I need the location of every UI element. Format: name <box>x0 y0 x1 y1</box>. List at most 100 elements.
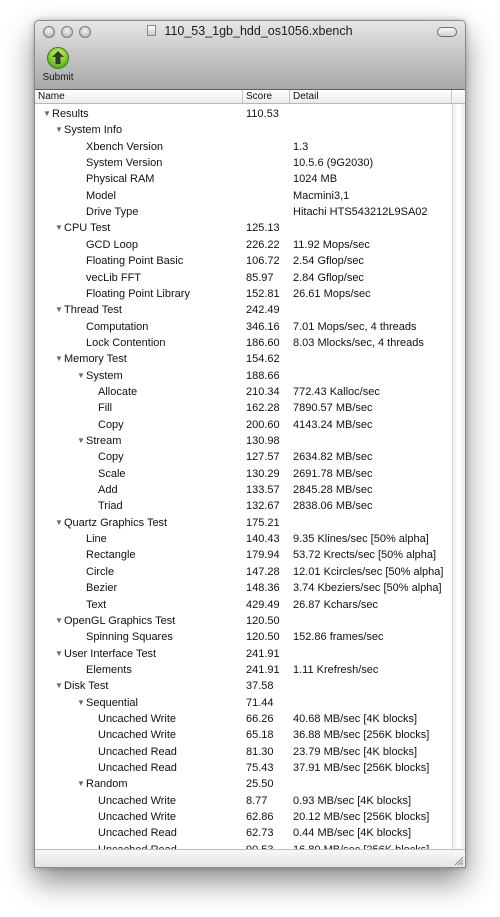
outline-row[interactable]: ▼Results 110.53 <box>35 107 452 123</box>
header-corner <box>452 90 465 103</box>
outline-row[interactable]: Spinning Squares 120.50 152.86 frames/sec <box>35 630 452 646</box>
outline-row[interactable]: GCD Loop 226.22 11.92 Mops/sec <box>35 238 452 254</box>
outline-row[interactable]: ▼Random 25.50 <box>35 777 452 793</box>
outline-row[interactable]: System Version 10.5.6 (9G2030) <box>35 156 452 172</box>
outline-row[interactable]: ▼CPU Test 125.13 <box>35 221 452 237</box>
detail-cell: 1.11 Krefresh/sec <box>293 663 379 676</box>
detail-cell: 0.44 MB/sec [4K blocks] <box>293 827 411 840</box>
outline-row[interactable]: Xbench Version 1.3 <box>35 140 452 156</box>
disclosure-triangle-icon[interactable]: ▼ <box>77 436 86 445</box>
outline-row[interactable]: Drive Type Hitachi HTS543212L9SA02 <box>35 205 452 221</box>
outline-row[interactable]: Uncached Read 62.73 0.44 MB/sec [4K blocks… <box>35 826 452 842</box>
outline-row[interactable]: Model Macmini3,1 <box>35 189 452 205</box>
outline-row[interactable]: Rectangle 179.94 53.72 Krects/sec [50% alp… <box>35 548 452 564</box>
column-header-score[interactable]: Score <box>243 90 290 103</box>
toolbar-toggle-button[interactable] <box>437 27 457 37</box>
outline-row[interactable]: Line 140.43 9.35 Klines/sec [50% alpha] <box>35 532 452 548</box>
detail-cell: 4143.24 MB/sec <box>293 418 373 431</box>
xbench-window: 110_53_1gb_hdd_os1056.xbench Submit Name… <box>34 20 466 868</box>
score-cell: 130.29 <box>246 467 280 480</box>
outline-row[interactable]: vecLib FFT 85.97 2.84 Gflop/sec <box>35 271 452 287</box>
outline-row[interactable]: Uncached Write 8.77 0.93 MB/sec [4K blocks… <box>35 794 452 810</box>
outline-row[interactable]: Uncached Read 75.43 37.91 MB/sec [256K blo… <box>35 761 452 777</box>
outline-row[interactable]: Floating Point Basic 106.72 2.54 Gflop/sec <box>35 254 452 270</box>
disclosure-triangle-icon[interactable]: ▼ <box>55 616 64 625</box>
outline-row[interactable]: ▼Disk Test 37.58 <box>35 679 452 695</box>
row-name: Triad <box>98 500 123 513</box>
outline-row[interactable]: Scale 130.29 2691.78 MB/sec <box>35 467 452 483</box>
column-header-detail[interactable]: Detail <box>290 90 452 103</box>
name-cell: Spinning Squares <box>86 631 173 643</box>
outline-row[interactable]: Allocate 210.34 772.43 Kalloc/sec <box>35 385 452 401</box>
row-name: Allocate <box>98 385 138 398</box>
outline-row[interactable]: ▼Stream 130.98 <box>35 434 452 450</box>
detail-cell: 53.72 Krects/sec [50% alpha] <box>293 549 437 562</box>
row-name: Lock Contention <box>86 336 166 349</box>
outline-row[interactable]: Floating Point Library 152.81 26.61 Mops/s… <box>35 287 452 303</box>
outline-row[interactable]: ▼System Info <box>35 123 452 139</box>
row-name: System <box>86 369 123 382</box>
outline-row[interactable]: Add 133.57 2845.28 MB/sec <box>35 483 452 499</box>
score-cell: 429.49 <box>246 598 280 611</box>
outline-row[interactable]: Uncached Write 62.86 20.12 MB/sec [256K bl… <box>35 810 452 826</box>
disclosure-triangle-icon[interactable]: ▼ <box>55 681 64 690</box>
detail-cell: 10.5.6 (9G2030) <box>293 157 374 170</box>
disclosure-triangle-icon[interactable]: ▼ <box>55 125 64 134</box>
submit-button[interactable]: Submit <box>39 47 77 87</box>
disclosure-triangle-icon[interactable]: ▼ <box>77 779 86 788</box>
outline-row[interactable]: Lock Contention 186.60 8.03 Mlocks/sec, 4 … <box>35 336 452 352</box>
detail-cell: 2.84 Gflop/sec <box>293 271 364 284</box>
vertical-scrollbar[interactable] <box>452 104 465 849</box>
disclosure-triangle-icon[interactable]: ▼ <box>55 518 64 527</box>
name-cell: ▼System <box>77 370 123 382</box>
name-cell: ▼CPU Test <box>55 222 110 234</box>
row-name: Uncached Read <box>98 827 177 840</box>
outline-row[interactable]: Computation 346.16 7.01 Mops/sec, 4 thread… <box>35 320 452 336</box>
score-cell: 154.62 <box>246 353 280 366</box>
outline-row[interactable]: ▼Thread Test 242.49 <box>35 303 452 319</box>
disclosure-triangle-icon[interactable]: ▼ <box>77 698 86 707</box>
outline-row[interactable]: Copy 127.57 2634.82 MB/sec <box>35 450 452 466</box>
outline-row[interactable]: Uncached Read 81.30 23.79 MB/sec [4K block… <box>35 745 452 761</box>
outline-row[interactable]: Copy 200.60 4143.24 MB/sec <box>35 418 452 434</box>
name-cell: System Version <box>86 157 162 169</box>
row-name: Uncached Write <box>98 794 177 807</box>
detail-cell: Hitachi HTS543212L9SA02 <box>293 206 428 219</box>
outline-row[interactable]: Uncached Write 65.18 36.88 MB/sec [256K bl… <box>35 728 452 744</box>
outline-row[interactable]: Text 429.49 26.87 Kchars/sec <box>35 598 452 614</box>
row-name: Uncached Write <box>98 811 177 824</box>
outline-row[interactable]: ▼OpenGL Graphics Test 120.50 <box>35 614 452 630</box>
score-cell: 8.77 <box>246 794 268 807</box>
resize-grip-icon[interactable] <box>452 854 464 866</box>
outline-row[interactable]: Elements 241.91 1.11 Krefresh/sec <box>35 663 452 679</box>
outline-row[interactable]: Fill 162.28 7890.57 MB/sec <box>35 401 452 417</box>
outline-row[interactable]: ▼Sequential 71.44 <box>35 696 452 712</box>
name-cell: Elements <box>86 664 132 676</box>
name-cell: Uncached Write <box>98 713 176 725</box>
outline-row[interactable]: ▼User Interface Test 241.91 <box>35 647 452 663</box>
disclosure-triangle-icon[interactable]: ▼ <box>77 371 86 380</box>
outline-row[interactable]: ▼Memory Test 154.62 <box>35 352 452 368</box>
score-cell: 148.36 <box>246 582 280 595</box>
score-cell: 346.16 <box>246 320 280 333</box>
disclosure-triangle-icon[interactable]: ▼ <box>43 109 52 118</box>
score-cell: 65.18 <box>246 729 274 742</box>
row-name: Uncached Read <box>98 762 177 774</box>
outline-row[interactable]: Bezier 148.36 3.74 Kbeziers/sec [50% alpha… <box>35 581 452 597</box>
disclosure-triangle-icon[interactable]: ▼ <box>55 649 64 658</box>
row-name: Thread Test <box>64 304 122 317</box>
outline-row[interactable]: ▼System 188.66 <box>35 369 452 385</box>
column-header-name[interactable]: Name <box>35 90 243 103</box>
score-cell: 162.28 <box>246 402 280 415</box>
outline-row[interactable]: Physical RAM 1024 MB <box>35 172 452 188</box>
name-cell: Uncached Write <box>98 795 176 807</box>
outline-row[interactable]: Uncached Write 66.26 40.68 MB/sec [4K bloc… <box>35 712 452 728</box>
disclosure-triangle-icon[interactable]: ▼ <box>55 354 64 363</box>
name-cell: Model <box>86 190 116 202</box>
outline-row[interactable]: Circle 147.28 12.01 Kcircles/sec [50% alph… <box>35 565 452 581</box>
outline-row[interactable]: Triad 132.67 2838.06 MB/sec <box>35 499 452 515</box>
outline-row[interactable]: ▼Quartz Graphics Test 175.21 <box>35 516 452 532</box>
disclosure-triangle-icon[interactable]: ▼ <box>55 223 64 232</box>
disclosure-triangle-icon[interactable]: ▼ <box>55 305 64 314</box>
score-cell: 85.97 <box>246 271 274 284</box>
